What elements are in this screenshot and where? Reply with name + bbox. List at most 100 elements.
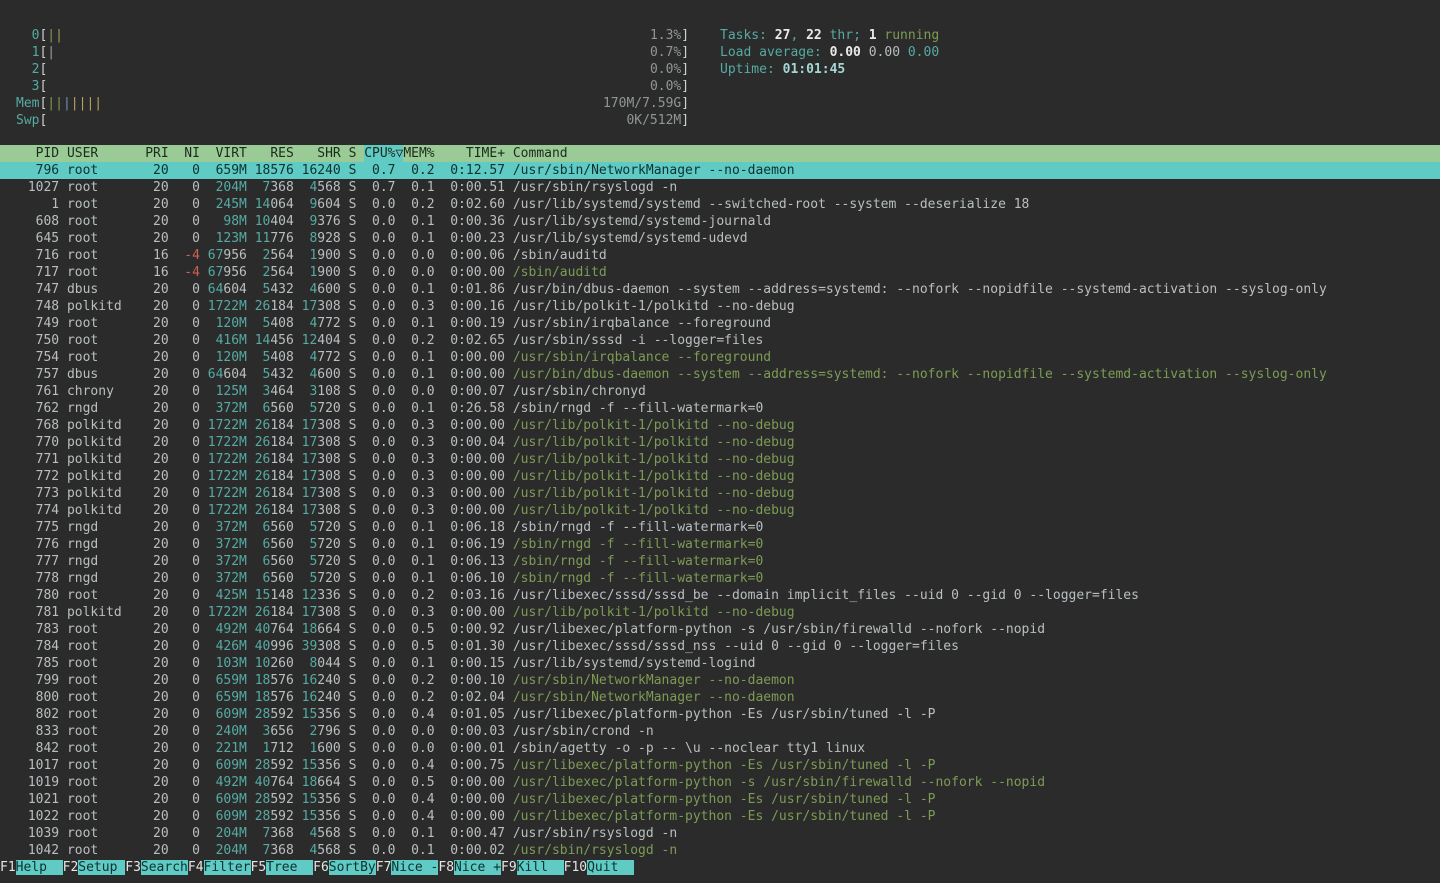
fkey-sortby[interactable]: F6SortBy [313, 859, 376, 876]
process-row[interactable]: 762rngd200372M65605720S0.00.10:26.58/sbi… [0, 400, 1440, 417]
cell-time: 0:00.51 [442, 179, 505, 196]
cell-cpu-percent: 0.0 [364, 213, 395, 230]
process-row[interactable]: 796root200659M1857616240S0.70.20:12.57/u… [0, 162, 1440, 179]
column-header-user[interactable]: USER [67, 145, 137, 162]
cell-cpu-percent: 0.0 [364, 349, 395, 366]
cell-shr-part: 15 [302, 758, 318, 773]
process-row[interactable]: 802root200609M2859215356S0.00.40:01.05/u… [0, 706, 1440, 723]
process-row[interactable]: 784root200426M4099639308S0.00.50:01.30/u… [0, 638, 1440, 655]
column-header-cmd[interactable]: Command [513, 145, 1440, 162]
cell-shr: 15356 [302, 791, 341, 808]
cell-res-part: 592 [270, 809, 293, 824]
cell-res-part: 18 [255, 673, 271, 688]
cell-command: /usr/bin/dbus-daemon --system --address=… [513, 281, 1440, 298]
column-header-time[interactable]: TIME+ [442, 145, 505, 162]
process-row[interactable]: 748polkitd2001722M2618417308S0.00.30:00.… [0, 298, 1440, 315]
process-row[interactable]: 1017root200609M2859215356S0.00.40:00.75/… [0, 757, 1440, 774]
column-header-pri[interactable]: PRI [145, 145, 168, 162]
process-row[interactable]: 781polkitd2001722M2618417308S0.00.30:00.… [0, 604, 1440, 621]
process-row[interactable]: 799root200659M1857616240S0.00.20:00.10/u… [0, 672, 1440, 689]
process-row[interactable]: 757dbus2006460454324600S0.00.10:00.00/us… [0, 366, 1440, 383]
cell-state: S [349, 774, 357, 791]
process-row[interactable]: 842root200221M17121600S0.00.00:00.01/sbi… [0, 740, 1440, 757]
cell-cpu-percent: 0.0 [364, 247, 395, 264]
column-header-shr[interactable]: SHR [302, 145, 341, 162]
process-row[interactable]: 750root200416M1445612404S0.00.20:02.65/u… [0, 332, 1440, 349]
process-row[interactable]: 785root200103M102608044S0.00.10:00.15/us… [0, 655, 1440, 672]
fkey-search[interactable]: F3Search [125, 859, 188, 876]
column-header-virt[interactable]: VIRT [208, 145, 247, 162]
column-header-mem[interactable]: MEM% [403, 145, 434, 162]
process-row[interactable]: 645root200123M117768928S0.00.10:00.23/us… [0, 230, 1440, 247]
process-row[interactable]: 778rngd200372M65605720S0.00.10:06.10/sbi… [0, 570, 1440, 587]
fkey-number: F9 [501, 860, 517, 875]
cell-user: root [67, 842, 137, 859]
meter-bar-tick: | [94, 96, 102, 111]
process-row[interactable]: 716root16-46795625641900S0.00.00:00.06/s… [0, 247, 1440, 264]
fkey-nice-[interactable]: F8Nice + [438, 859, 501, 876]
cell-mem-percent: 0.2 [403, 672, 434, 689]
process-row[interactable]: 754root200120M54084772S0.00.10:00.00/usr… [0, 349, 1440, 366]
column-header-res[interactable]: RES [255, 145, 294, 162]
meter-value: 0K/512M [626, 112, 681, 129]
process-row[interactable]: 747dbus2006460454324600S0.00.10:01.86/us… [0, 281, 1440, 298]
cell-virt-part: 492M [216, 622, 247, 637]
fkey-kill[interactable]: F9Kill [501, 859, 564, 876]
cell-virt: 372M [208, 519, 247, 536]
process-row[interactable]: 775rngd200372M65605720S0.00.10:06.18/sbi… [0, 519, 1440, 536]
cell-command: /usr/lib/polkit-1/polkitd --no-debug [513, 468, 1440, 485]
process-row[interactable]: 772polkitd2001722M2618417308S0.00.30:00.… [0, 468, 1440, 485]
cell-command: /usr/sbin/rsyslogd -n [513, 179, 1440, 196]
process-row[interactable]: 833root200240M36562796S0.00.00:00.03/usr… [0, 723, 1440, 740]
summary-segment: thr; [822, 28, 869, 43]
process-row[interactable]: 1022root200609M2859215356S0.00.40:00.00/… [0, 808, 1440, 825]
fkey-nice-[interactable]: F7Nice - [376, 859, 439, 876]
cell-ni: 0 [176, 400, 199, 417]
cell-state: S [349, 162, 357, 179]
cell-virt: 103M [208, 655, 247, 672]
process-row[interactable]: 1042root200204M73684568S0.00.10:00.02/us… [0, 842, 1440, 859]
meter-close-bracket: ] [681, 112, 689, 129]
cell-pri: 20 [145, 451, 168, 468]
process-row[interactable]: 774polkitd2001722M2618417308S0.00.30:00.… [0, 502, 1440, 519]
cell-mem-percent: 0.2 [403, 196, 434, 213]
cell-state: S [349, 264, 357, 281]
process-row[interactable]: 777rngd200372M65605720S0.00.10:06.13/sbi… [0, 553, 1440, 570]
column-header-s[interactable]: S [349, 145, 357, 162]
process-row[interactable]: 780root200425M1514812336S0.00.20:03.16/u… [0, 587, 1440, 604]
process-row[interactable]: 608root20098M104049376S0.00.10:00.36/usr… [0, 213, 1440, 230]
process-row[interactable]: 749root200120M54084772S0.00.10:00.19/usr… [0, 315, 1440, 332]
process-row[interactable]: 768polkitd2001722M2618417308S0.00.30:00.… [0, 417, 1440, 434]
process-row[interactable]: 1root200245M140649604S0.00.20:02.60/usr/… [0, 196, 1440, 213]
cell-shr: 9376 [302, 213, 341, 230]
process-row[interactable]: 773polkitd2001722M2618417308S0.00.30:00.… [0, 485, 1440, 502]
column-header-ni[interactable]: NI [176, 145, 199, 162]
process-row[interactable]: 1039root200204M73684568S0.00.10:00.47/us… [0, 825, 1440, 842]
process-row[interactable]: 1019root200492M4076418664S0.00.50:00.00/… [0, 774, 1440, 791]
fkey-filter[interactable]: F4Filter [188, 859, 251, 876]
fkey-help[interactable]: F1Help [0, 859, 63, 876]
process-row[interactable]: 761chrony200125M34643108S0.00.00:00.07/u… [0, 383, 1440, 400]
process-row[interactable]: 717root16-46795625641900S0.00.00:00.00/s… [0, 264, 1440, 281]
cell-state: S [349, 196, 357, 213]
column-header-pid[interactable]: PID [20, 145, 59, 162]
fkey-tree[interactable]: F5Tree [251, 859, 314, 876]
fkey-quit[interactable]: F10Quit [564, 859, 634, 876]
process-row[interactable]: 776rngd200372M65605720S0.00.10:06.19/sbi… [0, 536, 1440, 553]
process-row[interactable]: 800root200659M1857616240S0.00.20:02.04/u… [0, 689, 1440, 706]
process-row[interactable]: 771polkitd2001722M2618417308S0.00.30:00.… [0, 451, 1440, 468]
cell-virt: 1722M [208, 604, 247, 621]
process-row[interactable]: 783root200492M4076418664S0.00.50:00.92/u… [0, 621, 1440, 638]
cell-shr-part: 900 [317, 265, 340, 280]
cell-ni: 0 [176, 213, 199, 230]
cell-state: S [349, 468, 357, 485]
process-row[interactable]: 770polkitd2001722M2618417308S0.00.30:00.… [0, 434, 1440, 451]
column-header-cpu[interactable]: CPU%▽ [364, 145, 403, 162]
process-row[interactable]: 1027root200204M73684568S0.70.10:00.51/us… [0, 179, 1440, 196]
cell-shr-part: 17 [302, 486, 318, 501]
cell-shr-part: 17 [302, 435, 318, 450]
cell-user: rngd [67, 536, 137, 553]
cell-state: S [349, 400, 357, 417]
process-row[interactable]: 1021root200609M2859215356S0.00.40:00.00/… [0, 791, 1440, 808]
fkey-setup[interactable]: F2Setup [63, 859, 126, 876]
